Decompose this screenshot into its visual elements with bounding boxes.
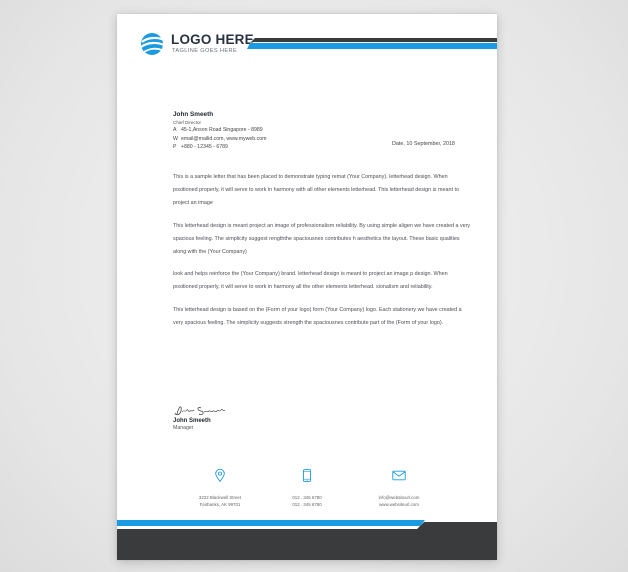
signer-name: John Smeeth [173,418,211,424]
letter-date: Date, 10 September, 2018 [392,141,455,147]
logo-name: LOGO HERE [171,32,254,47]
letterhead-page: LOGO HERE TAGLINE GOES HERE John Smeeth … [117,14,497,560]
footer-email-line1: info@websiteurl.com [378,495,420,500]
footer-phone-line2: 012 . 345 6780 [292,502,322,507]
sender-title: Chief Director [173,120,202,125]
footer-email-line2: www.websiteurl.com [379,502,419,507]
footer-phone: 012 . 345 6780 012 . 345 6780 [262,469,352,508]
sender-block: John Smeeth Chief Director A 45-1,Anson R… [173,111,266,150]
web-value: email@mailid.com, www.myweb.com [181,135,267,142]
footer-address-line1: 3222 Blackwell Street [198,495,242,500]
footer-address-line2: Fairbanks, AK 99701 [199,502,241,507]
envelope-icon [392,470,406,481]
phone-key: P [173,144,177,151]
location-pin-icon [215,469,225,482]
phone-icon [303,469,311,482]
sender-address: A 45-1,Anson Road Singapore - 8989 [173,127,266,133]
body-paragraph-4: This letterhead design is based on the (… [173,306,462,326]
logo-tagline: TAGLINE GOES HERE [172,48,238,54]
sender-name: John Smeeth [173,111,214,118]
handwritten-signature [174,406,226,416]
footer-address: 3222 Blackwell Street Fairbanks, AK 9970… [175,469,265,508]
sender-web: Wemail@mailid.com, www.myweb.com [173,136,266,142]
signature-block: John Smeeth Manager [173,402,233,431]
signer-title: Manager [173,425,194,431]
footer-email: info@websiteurl.com www.websiteurl.com [354,469,444,508]
footer-stripes [117,520,497,560]
letter-body: This is a sample letter that has been pl… [173,171,473,339]
sender-phone: P +880 - 12345 - 6789 [173,144,266,150]
header-stripes [247,38,497,49]
body-paragraph-3: look and helps reinforce the (Your Compa… [173,271,448,291]
web-key: W [173,135,178,142]
body-paragraph-2: This letterhead design is meant project … [173,222,471,256]
globe-logo-icon [140,33,165,55]
address-value: 45-1,Anson Road Singapore - 8989 [181,127,263,134]
address-key: A [173,127,177,134]
body-paragraph-1: This is a sample letter that has been pl… [173,174,459,207]
phone-value: +880 - 12345 - 6789 [181,144,228,151]
footer-phone-line1: 012 . 345 6780 [292,495,322,500]
